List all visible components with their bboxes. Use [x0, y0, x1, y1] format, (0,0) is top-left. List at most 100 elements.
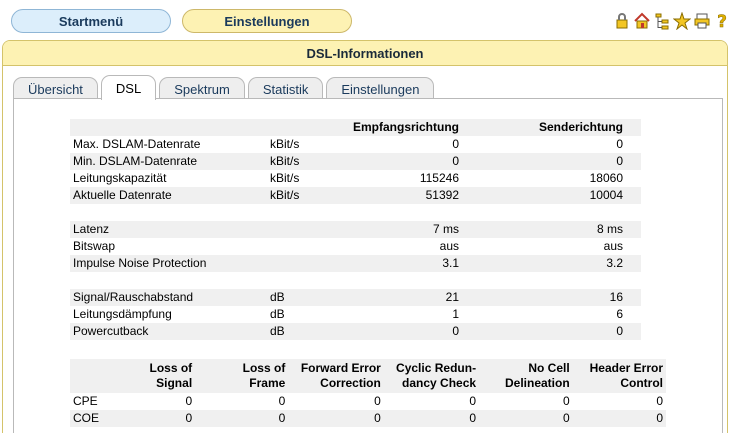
tab-settings[interactable]: Einstellungen: [326, 77, 435, 100]
cell-pad: [626, 272, 641, 289]
cell-unit: dB: [267, 289, 349, 306]
cell-value: 0: [469, 394, 477, 408]
cell-pad: [626, 323, 641, 340]
cell-label: Max. DSLAM-Datenrate: [73, 137, 201, 151]
cell-down: 0: [349, 323, 462, 340]
header-cyclic-redundancy-check: Cyclic Redun- dancy Check: [383, 359, 480, 393]
error-table: Loss of Signal Loss of Frame Forward Err…: [70, 359, 666, 427]
tab-spectrum[interactable]: Spektrum: [159, 77, 245, 100]
table-row: Aktuelle Datenrate kBit/s 51392 10004: [70, 187, 641, 204]
cell-value: 0: [479, 410, 573, 427]
table-row: [70, 204, 641, 221]
cell-up: 0: [462, 323, 626, 340]
tab-overview[interactable]: Übersicht: [13, 77, 98, 100]
star-icon[interactable]: [673, 11, 691, 31]
help-icon[interactable]: ?: [713, 11, 730, 31]
cell-value: 0: [288, 410, 384, 427]
table-row: Leitungskapazität kBit/s 115246 18060: [70, 170, 641, 187]
cell-up: [462, 272, 626, 289]
cell-label: Latenz: [70, 221, 267, 238]
cell-pad: [626, 255, 641, 272]
header-forward-error-correction: Forward Error Correction: [288, 359, 384, 393]
cell-unit: kBit/s: [270, 171, 300, 185]
table-row: Signal/Rauschabstand dB 21 16: [70, 289, 641, 306]
cell-unit: dB: [267, 323, 349, 340]
cell-value: 0: [656, 394, 663, 408]
cell-unit: kBit/s: [267, 187, 349, 204]
tab-statistics[interactable]: Statistik: [247, 77, 324, 100]
cell-unit: [267, 272, 349, 289]
cell-pad: [626, 238, 641, 255]
header-upstream: Senderichtung: [462, 119, 626, 136]
cell-down: 0: [452, 137, 459, 151]
cell-down: aus: [439, 239, 459, 253]
cell-down: 0: [349, 153, 462, 170]
cell-down: [349, 272, 462, 289]
cell-label: Leitungsdämpfung: [73, 307, 172, 321]
table-row: Max. DSLAM-Datenrate kBit/s 0 0: [70, 136, 641, 153]
settings-button[interactable]: Einstellungen: [182, 9, 352, 33]
table-row: Bitswap aus aus: [70, 238, 641, 255]
table-row: Powercutback dB 0 0: [70, 323, 641, 340]
header-no-cell-delineation: No Cell Delineation: [479, 359, 573, 393]
toolbar-icons: ?: [613, 11, 730, 31]
table-row: Leitungsdämpfung dB 1 6: [70, 306, 641, 323]
table-row: COE 0 0 0 0 0 0: [70, 410, 666, 427]
dsl-table-header: Empfangsrichtung Senderichtung: [70, 119, 641, 136]
cell-pad: [626, 136, 641, 153]
tab-content: Empfangsrichtung Senderichtung Max. DSLA…: [13, 98, 723, 433]
cell-up: 18060: [589, 171, 623, 185]
cell-value: 0: [195, 410, 289, 427]
cell-unit: [267, 255, 349, 272]
cell-value: 0: [129, 410, 196, 427]
home-icon[interactable]: [633, 11, 651, 31]
cell-value: 0: [383, 410, 480, 427]
header-loss-of-frame: Loss of Frame: [195, 359, 289, 393]
tab-dsl[interactable]: DSL: [100, 75, 157, 100]
cell-unit: [267, 238, 349, 255]
cell-unit: kBit/s: [270, 137, 300, 151]
tree-icon[interactable]: [653, 11, 671, 31]
cell-label: [70, 204, 267, 221]
dsl-info-panel: DSL-Informationen Übersicht DSL Spektrum…: [2, 40, 728, 433]
cell-label: Aktuelle Datenrate: [70, 187, 267, 204]
cell-value: 0: [563, 394, 570, 408]
cell-down: 1: [452, 307, 459, 321]
cell-up: 8 ms: [462, 221, 626, 238]
cell-pad: [626, 221, 641, 238]
table-row: CPE 0 0 0 0 0 0: [70, 393, 666, 410]
tab-bar: Übersicht DSL Spektrum Statistik Einstel…: [13, 75, 435, 100]
cell-up: 3.2: [462, 255, 626, 272]
cell-up: 6: [616, 307, 623, 321]
table-row: Min. DSLAM-Datenrate kBit/s 0 0: [70, 153, 641, 170]
table-row: Latenz 7 ms 8 ms: [70, 221, 641, 238]
error-table-header: Loss of Signal Loss of Frame Forward Err…: [70, 359, 666, 393]
cell-unit: kBit/s: [267, 153, 349, 170]
cell-up: 10004: [462, 187, 626, 204]
cell-value: 0: [374, 394, 381, 408]
cell-value: 0: [185, 394, 193, 408]
lock-icon[interactable]: [613, 11, 631, 31]
cell-value: 0: [278, 394, 286, 408]
cell-label: Powercutback: [70, 323, 267, 340]
header-loss-of-signal: Loss of Signal: [129, 359, 196, 393]
table-row: Impulse Noise Protection 3.1 3.2: [70, 255, 641, 272]
cell-down: 3.1: [349, 255, 462, 272]
cell-unit: [267, 204, 349, 221]
cell-up: 16: [462, 289, 626, 306]
cell-unit: [267, 221, 349, 238]
cell-label: Leitungskapazität: [73, 171, 167, 185]
cell-label: CPE: [73, 394, 98, 408]
cell-label: Min. DSLAM-Datenrate: [70, 153, 267, 170]
svg-text:?: ?: [717, 12, 727, 30]
startmenu-button[interactable]: Startmenü: [11, 9, 171, 33]
print-icon[interactable]: [693, 11, 711, 31]
header-downstream: Empfangsrichtung: [349, 119, 462, 136]
cell-value: 0: [572, 410, 666, 427]
cell-down: 51392: [349, 187, 462, 204]
cell-label: [70, 272, 267, 289]
cell-pad: [626, 289, 641, 306]
cell-label: COE: [70, 410, 130, 427]
cell-down: 7 ms: [349, 221, 462, 238]
dsl-table: Empfangsrichtung Senderichtung Max. DSLA…: [70, 119, 641, 340]
